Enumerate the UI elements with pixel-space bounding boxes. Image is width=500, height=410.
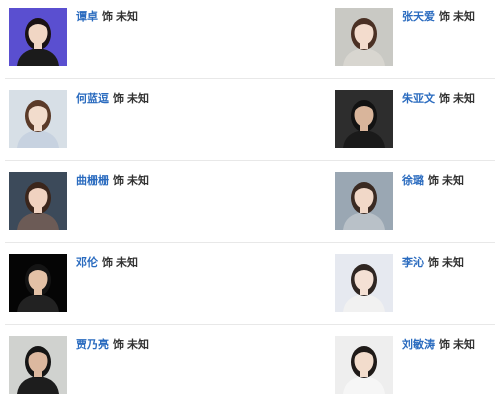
role-name: 未知 [127,92,149,105]
actor-photo[interactable] [335,8,393,66]
role-name: 未知 [453,338,475,351]
row-divider [5,78,495,79]
portrait-image [335,90,393,148]
cast-info: 李沁饰未知 [402,255,464,271]
cast-info: 谭卓饰未知 [76,9,138,25]
role-name: 未知 [442,174,464,187]
portrait-image [9,254,67,312]
portrait-image [9,90,67,148]
portrait-image [335,254,393,312]
role-prefix: 饰 [439,10,450,23]
portrait-image [9,336,67,394]
portrait-image [335,8,393,66]
actor-name-link[interactable]: 朱亚文 [402,92,435,105]
role-name: 未知 [116,10,138,23]
actor-photo[interactable] [335,254,393,312]
role-name: 未知 [127,338,149,351]
actor-photo[interactable] [9,172,67,230]
cast-entry: 张天爱饰未知 [335,0,500,82]
actor-name-link[interactable]: 曲栅栅 [76,174,109,187]
actor-name-link[interactable]: 刘敏涛 [402,338,435,351]
role-prefix: 饰 [428,256,439,269]
role-prefix: 饰 [113,92,124,105]
actor-name-link[interactable]: 何蓝逗 [76,92,109,105]
actor-photo[interactable] [9,90,67,148]
cast-row: 谭卓饰未知 张天爱饰未知 [0,0,500,82]
cast-entry: 曲栅栅饰未知 [9,164,249,246]
portrait-image [9,8,67,66]
cast-info: 曲栅栅饰未知 [76,173,149,189]
row-divider [5,324,495,325]
cast-entry: 徐璐饰未知 [335,164,500,246]
cast-entry: 李沁饰未知 [335,246,500,328]
actor-photo[interactable] [335,90,393,148]
cast-row: 何蓝逗饰未知 朱亚文饰未知 [0,82,500,164]
actor-name-link[interactable]: 谭卓 [76,10,98,23]
role-name: 未知 [442,256,464,269]
portrait-image [9,172,67,230]
cast-row: 邓伦饰未知 李沁饰未知 [0,246,500,328]
actor-photo[interactable] [9,8,67,66]
role-prefix: 饰 [113,174,124,187]
row-divider [5,242,495,243]
cast-list: 谭卓饰未知 张天爱饰未知 何蓝逗饰未知 朱亚文饰未知 曲栅栅 饰 未知 徐璐 饰… [0,0,500,400]
cast-row: 贾乃亮饰未知 刘敏涛饰未知 [0,328,500,410]
actor-name-link[interactable]: 徐璐 [402,174,424,187]
cast-info: 何蓝逗饰未知 [76,91,149,107]
cast-entry: 贾乃亮饰未知 [9,328,249,410]
role-name: 未知 [453,10,475,23]
actor-name-link[interactable]: 张天爱 [402,10,435,23]
cast-entry: 邓伦饰未知 [9,246,249,328]
cast-info: 刘敏涛饰未知 [402,337,475,353]
cast-info: 徐璐饰未知 [402,173,464,189]
role-name: 未知 [116,256,138,269]
role-name: 未知 [127,174,149,187]
actor-photo[interactable] [9,254,67,312]
role-prefix: 饰 [439,92,450,105]
role-prefix: 饰 [113,338,124,351]
cast-info: 张天爱饰未知 [402,9,475,25]
actor-name-link[interactable]: 贾乃亮 [76,338,109,351]
cast-info: 朱亚文饰未知 [402,91,475,107]
cast-entry: 朱亚文饰未知 [335,82,500,164]
row-divider [5,160,495,161]
cast-entry: 谭卓饰未知 [9,0,249,82]
cast-entry: 何蓝逗饰未知 [9,82,249,164]
role-prefix: 饰 [102,10,113,23]
actor-name-link[interactable]: 邓伦 [76,256,98,269]
actor-photo[interactable] [335,336,393,394]
role-prefix: 饰 [102,256,113,269]
cast-entry: 刘敏涛饰未知 [335,328,500,410]
actor-photo[interactable] [9,336,67,394]
cast-info: 邓伦饰未知 [76,255,138,271]
role-prefix: 饰 [439,338,450,351]
cast-info: 贾乃亮饰未知 [76,337,149,353]
role-name: 未知 [453,92,475,105]
portrait-image [335,336,393,394]
actor-photo[interactable] [335,172,393,230]
cast-row: 曲栅栅饰未知 徐璐饰未知 [0,164,500,246]
role-prefix: 饰 [428,174,439,187]
actor-name-link[interactable]: 李沁 [402,256,424,269]
portrait-image [335,172,393,230]
